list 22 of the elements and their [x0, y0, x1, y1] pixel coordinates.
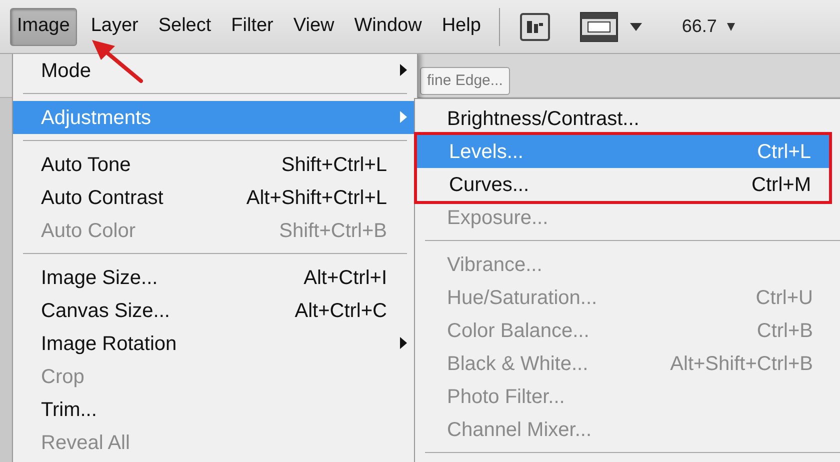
menu-entry[interactable]: Auto Contrast Alt+Shift+Ctrl+L	[13, 181, 417, 214]
menu-entry[interactable]: Mode	[13, 54, 417, 87]
bridge-icon[interactable]	[520, 12, 550, 40]
menu-entry[interactable]: Trim...	[13, 393, 417, 426]
zoom-level[interactable]: 66.7	[682, 13, 717, 40]
menu-entry[interactable]: Image Rotation	[13, 327, 417, 360]
menu-entry[interactable]: Auto Tone Shift+Ctrl+L	[13, 148, 417, 181]
menu-item[interactable]: Help	[436, 8, 487, 46]
film-icon[interactable]	[580, 12, 618, 42]
caret-icon[interactable]	[630, 22, 642, 30]
menu-entry[interactable]: Brightness/Contrast...	[415, 102, 833, 135]
menu-item[interactable]: View	[287, 8, 340, 46]
pointer-arrow	[91, 38, 143, 82]
menu-entry[interactable]: Canvas Size... Alt+Ctrl+C	[13, 294, 417, 327]
menu-entry[interactable]: Image Size... Alt+Ctrl+I	[13, 261, 417, 294]
refine-edge-button[interactable]: fine Edge...	[420, 67, 510, 95]
menu-item[interactable]: Select	[152, 8, 218, 46]
menu-item[interactable]: Window	[348, 8, 428, 46]
menu-item[interactable]: Filter	[225, 8, 280, 46]
menu-item[interactable]: Layer	[84, 8, 144, 46]
caret-icon[interactable]	[726, 22, 735, 30]
menu-entry[interactable]: Curves... Ctrl+M	[417, 168, 829, 201]
